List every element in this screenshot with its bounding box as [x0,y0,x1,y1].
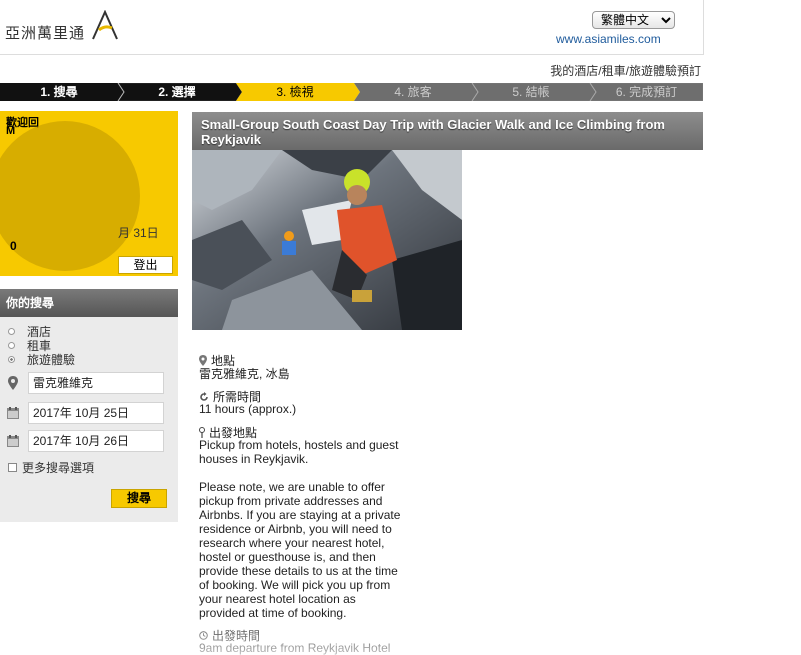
radio-label: 旅遊體驗 [27,353,76,367]
tour-title: Small-Group South Coast Day Trip with Gl… [192,112,703,150]
radio-button[interactable] [8,342,15,349]
expiry-date: 月 31日 [118,226,159,240]
date-from-row: 2017年 10月 25日 [6,402,164,424]
tour-booking-link[interactable]: 旅遊體驗預訂 [629,64,701,78]
brand-text: 亞洲萬里通 [5,25,86,42]
my-hotel-link[interactable]: 我的酒店 [550,64,598,78]
refresh-icon [200,391,208,401]
member-name: M [6,125,16,137]
booking-steps: 1. 搜尋 2. 選擇 3. 檢視 4. 旅客 5. 結帳 6. 完成預訂 [0,83,703,101]
radio-tour[interactable]: 旅遊體驗 [8,351,75,368]
search-button[interactable]: 搜尋 [111,489,167,508]
redaction-overlay [0,121,140,271]
asia-miles-logo-icon [92,10,118,40]
step-select: 2. 選擇 [158,85,196,99]
more-options-label: 更多搜尋選項 [22,461,95,475]
map-pin-icon [199,355,207,366]
more-options-toggle[interactable]: 更多搜尋選項 [8,459,94,476]
map-pin-icon [6,376,20,390]
duration-value: 11 hours (approx.) [199,402,297,416]
ice-climbing-image [192,150,462,330]
location-value: 雷克雅維克, 冰島 [199,367,290,381]
car-rental-link[interactable]: 租車 [602,64,626,78]
radio-button[interactable] [8,356,15,363]
date-to-input[interactable]: 2017年 10月 26日 [28,430,164,452]
step-search: 1. 搜尋 [40,85,78,99]
top-links: 我的酒店/租車/旅遊體驗預訂 [550,62,701,79]
site-header: 亞洲萬里通 繁體中文 www.asiamiles.com [0,0,704,55]
departure-point-value: Pickup from hotels, hostels and guest ho… [199,438,401,620]
step-complete: 6. 完成預訂 [615,85,678,99]
date-to-row: 2017年 10月 26日 [6,430,164,452]
location-row: 雷克雅維克 [6,372,164,394]
location-input[interactable]: 雷克雅維克 [28,372,164,394]
language-select[interactable]: 繁體中文 [592,11,675,29]
step-review: 3. 檢視 [276,85,314,99]
clock-icon [199,631,208,640]
step-checkout: 5. 結帳 [512,85,550,99]
calendar-icon [6,406,20,420]
logout-button[interactable]: 登出 [118,256,173,274]
date-from-input[interactable]: 2017年 10月 25日 [28,402,164,424]
pin-icon [199,427,205,438]
search-panel-heading: 你的搜尋 [0,289,178,317]
step-travellers: 4. 旅客 [394,85,432,99]
asiamiles-link[interactable]: www.asiamiles.com [556,32,661,46]
miles-balance: 0 [10,239,17,253]
tour-photo [192,150,462,330]
more-options-checkbox[interactable] [8,463,17,472]
radio-button[interactable] [8,328,15,335]
welcome-panel: 歡迎回 M 月 31日 0 登出 [0,111,178,276]
departure-time-value: 9am departure from Reykjavik Hotel [199,641,391,655]
calendar-icon [6,434,20,448]
